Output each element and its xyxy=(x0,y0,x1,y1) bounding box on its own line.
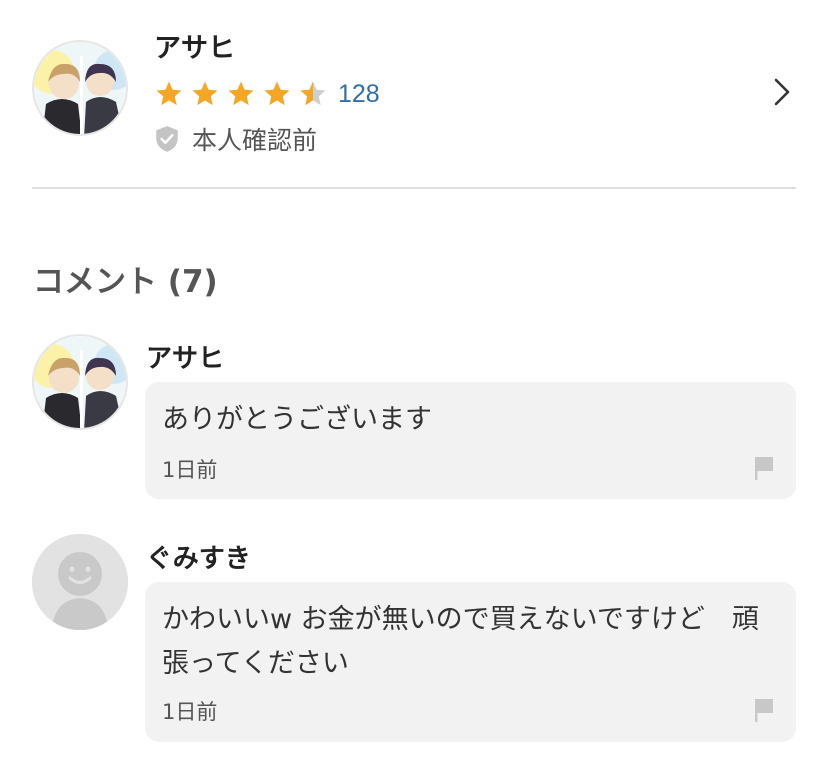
star-half-icon xyxy=(300,81,326,106)
comment-time: 1日前 xyxy=(162,458,218,482)
star-filled-icon xyxy=(156,81,182,106)
seller-avatar[interactable] xyxy=(32,40,128,136)
seller-rating: 128 xyxy=(154,78,380,110)
star-filled-icon xyxy=(192,81,218,106)
seller-name: アサヒ xyxy=(154,33,235,64)
commenter-avatar[interactable] xyxy=(32,534,128,630)
comments-heading: コメント (7) xyxy=(33,264,218,300)
avatar-illustration-icon xyxy=(34,42,126,134)
comment-item: アサヒ ありがとうございます 1日前 xyxy=(0,334,828,504)
default-avatar-icon xyxy=(32,534,128,630)
chevron-right-icon[interactable] xyxy=(770,76,794,108)
star-filled-icon xyxy=(264,81,290,106)
comment-bubble: ありがとうございます 1日前 xyxy=(145,382,796,499)
divider xyxy=(32,187,796,189)
comment-time: 1日前 xyxy=(162,700,218,724)
verification-label: 本人確認前 xyxy=(192,126,318,155)
commenter-name[interactable]: アサヒ xyxy=(146,338,224,375)
shield-check-icon xyxy=(156,126,178,152)
comment-text: かわいいw お金が無いので買えないですけど 頑張ってください xyxy=(162,604,759,679)
avatar-illustration-icon xyxy=(34,336,126,428)
commenter-name[interactable]: ぐみすき xyxy=(146,538,251,575)
comment-item: ぐみすき かわいいw お金が無いので買えないですけど 頑張ってください 1日前 xyxy=(0,534,828,748)
commenter-avatar[interactable] xyxy=(32,334,128,430)
star-filled-icon xyxy=(228,81,254,106)
seller-profile-row[interactable]: アサヒ 128 本人確認前 xyxy=(0,0,828,190)
flag-icon[interactable] xyxy=(752,696,776,724)
comment-text: ありがとうございます xyxy=(162,404,432,435)
rating-count[interactable]: 128 xyxy=(338,80,380,109)
verification-status: 本人確認前 xyxy=(154,122,317,156)
flag-icon[interactable] xyxy=(752,454,776,482)
comment-bubble: かわいいw お金が無いので買えないですけど 頑張ってください 1日前 xyxy=(145,582,796,742)
